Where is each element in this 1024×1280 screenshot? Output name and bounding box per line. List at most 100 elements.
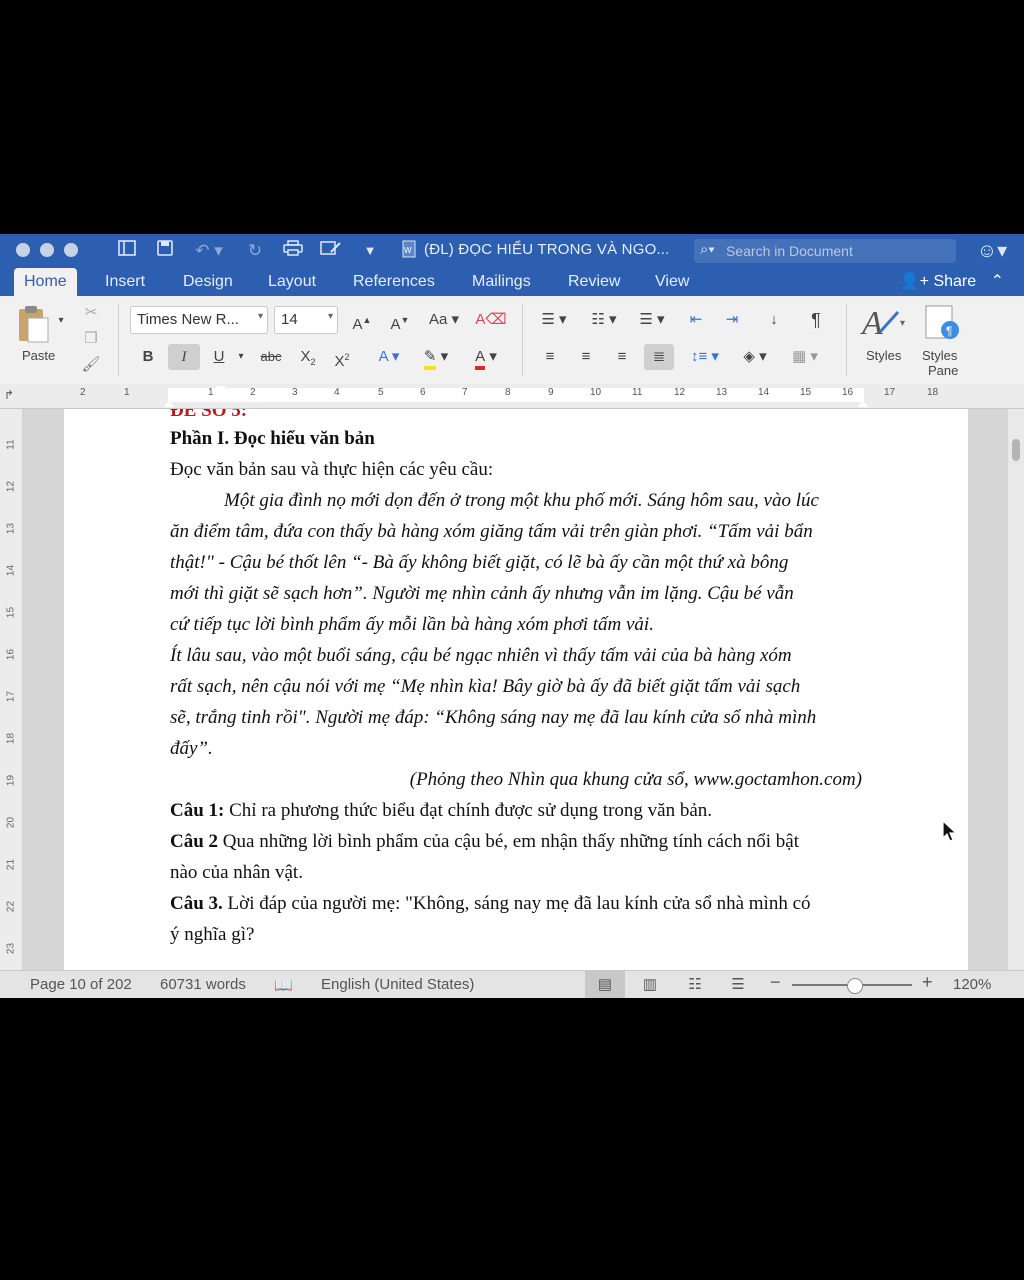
minimize-window-button[interactable] — [40, 243, 54, 257]
align-left-icon[interactable]: ≡ — [536, 344, 564, 370]
svg-text:¶: ¶ — [946, 324, 952, 338]
status-bar: Page 10 of 202 60731 words 📖 English (Un… — [0, 970, 1024, 998]
underline-chevron-icon[interactable]: ▾ — [234, 344, 248, 370]
borders-button[interactable]: ▦ ▾ — [784, 344, 826, 370]
styles-pane-button[interactable]: ¶ — [924, 304, 960, 342]
zoom-in-icon[interactable]: + — [922, 972, 933, 993]
underline-button[interactable]: U — [206, 344, 232, 370]
cut-icon[interactable]: ✂ — [80, 300, 102, 326]
document-canvas[interactable]: ĐỀ SỐ 5: Phần I. Đọc hiểu văn bản Đọc vă… — [23, 409, 1008, 970]
sidebar-toggle-icon[interactable] — [116, 240, 138, 262]
tab-insert[interactable]: Insert — [95, 268, 155, 296]
increase-font-size-icon[interactable]: A▲ — [346, 307, 378, 333]
tab-design[interactable]: Design — [173, 268, 243, 296]
styles-pane-label-2: Pane — [928, 363, 959, 378]
vertical-ruler-number: 20 — [5, 816, 17, 829]
bold-button[interactable]: B — [134, 344, 162, 370]
format-painter-icon[interactable]: 🖌 — [80, 352, 102, 378]
zoom-window-button[interactable] — [64, 243, 78, 257]
styles-gallery-button[interactable]: A ▾ — [860, 302, 906, 342]
search-placeholder: Search in Document — [726, 243, 853, 259]
close-window-button[interactable] — [16, 243, 30, 257]
line-spacing-button[interactable]: ↕≡ ▾ — [684, 344, 726, 370]
question-3-text: Lời đáp của người mẹ: "Không, sáng nay m… — [222, 893, 811, 914]
zoom-level[interactable]: 120% — [953, 976, 991, 993]
sort-icon[interactable]: ↓ — [758, 307, 790, 333]
ribbon-separator — [522, 304, 523, 376]
zoom-slider-knob[interactable] — [847, 978, 864, 994]
add-person-icon: 👤+ — [899, 273, 929, 290]
numbering-button[interactable]: ☷ ▾ — [582, 307, 626, 333]
increase-indent-icon[interactable]: ⇥ — [716, 307, 748, 333]
print-layout-view-icon[interactable]: ▤ — [585, 971, 625, 998]
instruction-text: Đọc văn bản sau và thực hiện các yêu cầu… — [170, 459, 494, 480]
paste-button[interactable] — [16, 304, 52, 344]
tab-stop-icon[interactable]: ↱ — [4, 388, 14, 402]
bullets-button[interactable]: ☰ ▾ — [532, 307, 576, 333]
customize-toolbar-icon[interactable]: ▼ — [360, 240, 380, 262]
decrease-indent-icon[interactable]: ⇤ — [680, 307, 712, 333]
vertical-ruler-number: 13 — [5, 522, 17, 535]
shading-button[interactable]: ◈ ▾ — [734, 344, 776, 370]
justify-icon[interactable]: ≣ — [644, 344, 674, 370]
text-effects-icon[interactable]: A ▾ — [372, 344, 406, 370]
vertical-ruler-number: 12 — [5, 480, 17, 493]
web-layout-view-icon[interactable]: ▥ — [630, 971, 670, 998]
multilevel-list-button[interactable]: ☰ ▾ — [632, 307, 672, 333]
question-2-text: Qua những lời bình phẩm của cậu bé, em n… — [218, 831, 800, 852]
scrollbar-thumb[interactable] — [1012, 439, 1020, 461]
subscript-button[interactable]: X2 — [294, 344, 322, 370]
redo-icon[interactable]: ↻ — [244, 240, 266, 262]
search-in-document-field[interactable]: ⌕▾ Search in Document — [694, 239, 956, 263]
language[interactable]: English (United States) — [321, 976, 474, 993]
strikethrough-button[interactable]: abc — [254, 344, 288, 370]
italic-button[interactable]: I — [168, 344, 200, 370]
zoom-out-icon[interactable]: − — [770, 972, 781, 993]
collapse-ribbon-icon[interactable]: ⌃ — [991, 273, 1004, 290]
superscript-button[interactable]: X2 — [328, 344, 356, 370]
document-page[interactable]: ĐỀ SỐ 5: Phần I. Đọc hiểu văn bản Đọc vă… — [64, 409, 968, 970]
right-indent-marker[interactable] — [858, 400, 868, 407]
ribbon-separator — [846, 304, 847, 376]
share-button[interactable]: 👤+ Share ⌃ — [900, 268, 1004, 296]
show-formatting-marks-icon[interactable]: ¶ — [800, 307, 832, 333]
svg-text:A: A — [860, 305, 883, 342]
ruler-number: 6 — [420, 387, 426, 398]
align-center-icon[interactable]: ≡ — [572, 344, 600, 370]
font-name-field[interactable]: Times New R... ▾ — [130, 306, 268, 334]
smiley-feedback-icon[interactable]: ☺▾ — [972, 240, 1012, 262]
tab-layout[interactable]: Layout — [258, 268, 326, 296]
vertical-ruler-number: 16 — [5, 648, 17, 661]
para1-line-4: mới thì giặt sẽ sạch hơn”. Người mẹ nhìn… — [170, 583, 794, 604]
tab-review[interactable]: Review — [558, 268, 630, 296]
copy-icon[interactable]: ❐ — [80, 326, 102, 352]
font-color-button[interactable]: A ▾ — [464, 344, 508, 370]
font-size-field[interactable]: 14 ▾ — [274, 306, 338, 334]
save-icon[interactable] — [154, 240, 176, 262]
vertical-scrollbar[interactable] — [1008, 409, 1024, 970]
change-case-icon[interactable]: Aa ▾ — [424, 307, 464, 333]
print-icon[interactable] — [282, 240, 304, 262]
tab-view[interactable]: View — [645, 268, 699, 296]
decrease-font-size-icon[interactable]: A▼ — [384, 307, 416, 333]
tab-home[interactable]: Home — [14, 268, 77, 296]
draft-view-icon[interactable]: ☰ — [718, 971, 758, 998]
outline-view-icon[interactable]: ☷ — [675, 971, 715, 998]
left-indent-marker[interactable] — [164, 400, 174, 407]
word-count[interactable]: 60731 words — [160, 976, 246, 993]
track-changes-icon[interactable] — [318, 240, 344, 262]
tab-references[interactable]: References — [343, 268, 445, 296]
page-count[interactable]: Page 10 of 202 — [30, 976, 132, 993]
undo-icon[interactable]: ↶ ▾ — [192, 240, 226, 262]
ruler-number: 10 — [590, 387, 602, 398]
align-right-icon[interactable]: ≡ — [608, 344, 636, 370]
paste-options-chevron-icon[interactable]: ▾ — [54, 308, 68, 334]
ruler-number: 5 — [378, 387, 384, 398]
first-line-indent-marker[interactable] — [216, 386, 226, 393]
tab-mailings[interactable]: Mailings — [462, 268, 541, 296]
clear-formatting-icon[interactable]: A⌫ — [474, 307, 508, 333]
highlight-color-button[interactable]: ✎ ▾ — [414, 344, 458, 370]
para2-line-3: sẽ, trắng tinh rồi". Người mẹ đáp: “Khôn… — [170, 707, 817, 728]
horizontal-ruler[interactable]: ↱ 2 1 1 2 3 4 5 6 7 8 9 10 11 12 13 14 15 16 17 18 — [0, 384, 1024, 409]
proofing-icon[interactable]: 📖 — [274, 976, 293, 994]
